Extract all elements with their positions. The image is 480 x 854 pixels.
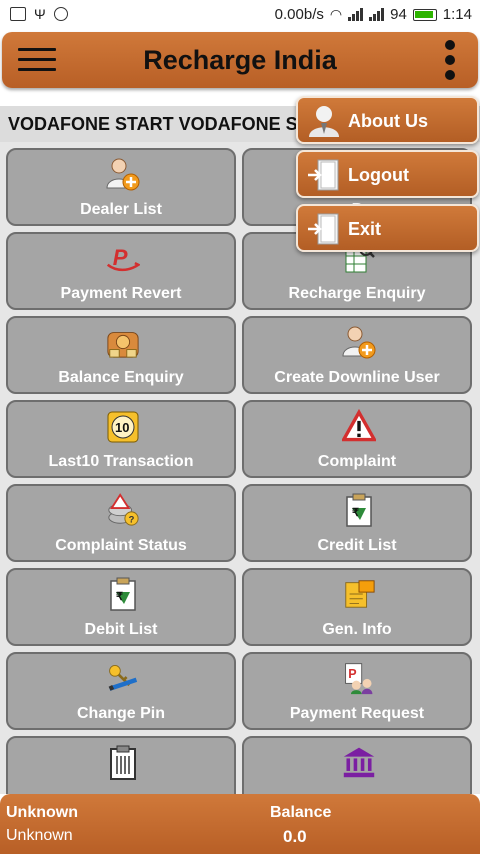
signal-icon — [348, 8, 364, 21]
battery-icon — [412, 8, 437, 21]
money-bag-icon — [106, 324, 140, 360]
tile-dealer-list[interactable]: Dealer List — [6, 148, 236, 226]
marquee-text: VODAFONE START VODAFONE START — [8, 114, 345, 134]
tile-balance-enquiry[interactable]: Balance Enquiry — [6, 316, 236, 394]
battery-level: 94 — [390, 6, 407, 23]
usb-icon: Ψ — [34, 6, 46, 22]
menu-label: Logout — [348, 165, 409, 185]
status-bar: Ψ 0.00b/s ◠ 94 1:14 — [0, 0, 480, 30]
svg-text:P: P — [348, 667, 356, 681]
tile-payment-revert[interactable]: P Payment Revert — [6, 232, 236, 310]
more-options-icon[interactable] — [442, 40, 458, 80]
tile-complaint[interactable]: Complaint — [242, 400, 472, 478]
key-pen-icon — [106, 660, 140, 696]
warning-icon — [342, 408, 376, 444]
rupee-clipboard-icon: ₹ — [106, 576, 140, 612]
add-user-icon — [106, 156, 140, 192]
clock: 1:14 — [442, 6, 472, 23]
tile-label: Credit List — [317, 537, 397, 554]
tile-label: Change Pin — [76, 705, 165, 722]
complaint-status-icon: ? — [106, 492, 140, 528]
user-name-value: Unknown — [6, 827, 73, 844]
tile-create-downline-user[interactable]: Create Downline User — [242, 316, 472, 394]
gallery-icon — [10, 7, 26, 21]
tile-complaint-status[interactable]: ? Complaint Status — [6, 484, 236, 562]
svg-text:?: ? — [129, 514, 135, 525]
menu-label: About Us — [348, 111, 428, 131]
door-exit-icon — [306, 158, 342, 192]
tile-label: Complaint Status — [55, 537, 187, 554]
tile-change-pin[interactable]: Change Pin — [6, 652, 236, 730]
tile-label: Balance Enquiry — [58, 369, 184, 386]
payment-request-icon: P — [342, 660, 376, 696]
tile-label: Payment Request — [289, 705, 425, 722]
add-user-icon — [342, 324, 376, 360]
door-exit-icon — [306, 212, 342, 246]
bottom-info-bar: Unknown Unknown Balance 0.0 — [0, 794, 480, 854]
menu-label: Exit — [348, 219, 382, 239]
tile-label: Recharge Enquiry — [288, 285, 426, 302]
badge-10-icon: 10 — [106, 408, 140, 444]
tile-label: Last10 Transaction — [48, 453, 194, 470]
balance-value: 0.0 — [283, 827, 307, 846]
tile-payment-request[interactable]: P Payment Request — [242, 652, 472, 730]
tile-last10-transaction[interactable]: 10 Last10 Transaction — [6, 400, 236, 478]
tile-debit-list[interactable]: ₹ Debit List — [6, 568, 236, 646]
user-name-label: Unknown — [6, 804, 78, 821]
svg-text:10: 10 — [115, 420, 129, 435]
tile-tile-15[interactable] — [242, 736, 472, 794]
tile-label: Payment Revert — [60, 285, 182, 302]
tile-label: Create Downline User — [274, 369, 440, 386]
tile-label: Debit List — [84, 621, 158, 638]
bank-icon — [342, 744, 376, 780]
svg-text:₹: ₹ — [116, 591, 123, 603]
svg-text:₹: ₹ — [352, 507, 359, 519]
tile-credit-list[interactable]: ₹ Credit List — [242, 484, 472, 562]
menu-logout[interactable]: Logout — [296, 150, 479, 198]
menu-about-us[interactable]: About Us — [296, 96, 479, 144]
user-icon — [306, 104, 342, 138]
app-bar: Recharge India — [2, 32, 478, 88]
svg-text:P: P — [113, 245, 128, 270]
payment-revert-icon: P — [106, 240, 140, 276]
menu-exit[interactable]: Exit — [296, 204, 479, 252]
tile-tile-14[interactable] — [6, 736, 236, 794]
tile-gen-info[interactable]: Gen. Info — [242, 568, 472, 646]
info-card-icon — [342, 576, 376, 612]
signal-icon-2 — [369, 8, 385, 21]
circle-icon — [53, 7, 68, 21]
wifi-icon: ◠ — [329, 6, 343, 22]
tile-label: Dealer List — [80, 201, 162, 218]
balance-label: Balance — [270, 804, 332, 821]
network-speed: 0.00b/s — [274, 6, 324, 23]
app-title: Recharge India — [143, 45, 337, 75]
rupee-clipboard-icon: ₹ — [342, 492, 376, 528]
tile-label: Gen. Info — [322, 621, 392, 638]
tile-label: Complaint — [317, 453, 397, 470]
report-clipboard-icon — [106, 744, 140, 780]
